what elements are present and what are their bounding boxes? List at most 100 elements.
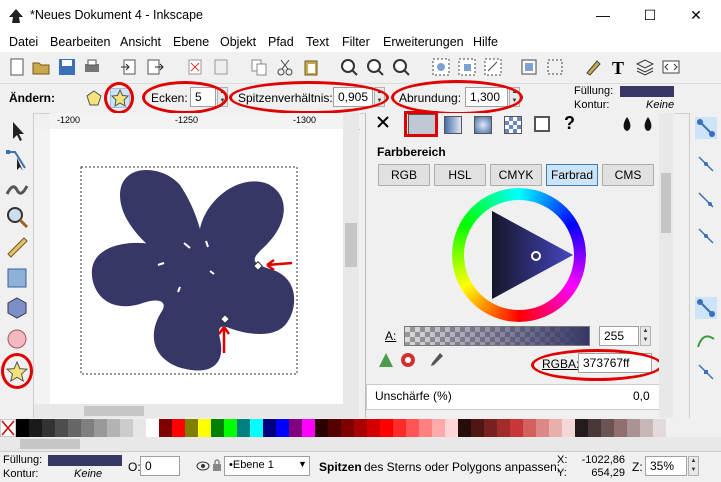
- lock-icon[interactable]: [212, 459, 222, 472]
- fill-rule-evenodd-icon[interactable]: [621, 116, 633, 132]
- snap-paths-icon[interactable]: [695, 329, 717, 351]
- radial-gradient-button[interactable]: [474, 116, 492, 134]
- palette-swatch[interactable]: [224, 419, 237, 437]
- 3d-box-tool-icon[interactable]: [5, 296, 29, 320]
- palette-swatch[interactable]: [198, 419, 211, 437]
- redo-icon[interactable]: [212, 58, 230, 76]
- palette-swatch[interactable]: [55, 419, 68, 437]
- snap-nodes-icon[interactable]: [695, 297, 717, 319]
- ellipse-tool-icon[interactable]: [5, 327, 29, 351]
- palette-swatch[interactable]: [393, 419, 406, 437]
- palette-swatch[interactable]: [354, 419, 367, 437]
- palette-swatch[interactable]: [419, 419, 432, 437]
- palette-scrollbar[interactable]: [0, 437, 721, 451]
- palette-swatch[interactable]: [536, 419, 549, 437]
- snap-edges-icon[interactable]: [695, 189, 717, 211]
- ungroup-icon[interactable]: [458, 58, 476, 76]
- layers-icon[interactable]: [636, 58, 654, 76]
- palette-swatch[interactable]: [16, 419, 29, 437]
- text-font-icon[interactable]: T: [610, 58, 628, 76]
- palette-swatch[interactable]: [367, 419, 380, 437]
- import-icon[interactable]: [120, 58, 138, 76]
- palette-swatch[interactable]: [341, 419, 354, 437]
- palette-swatch[interactable]: [133, 419, 146, 437]
- palette-swatch[interactable]: [250, 419, 263, 437]
- panel-scrollbar[interactable]: [659, 113, 673, 418]
- scroll-thumb[interactable]: [661, 173, 671, 233]
- minimize-button[interactable]: —: [580, 0, 626, 31]
- pattern-button[interactable]: [504, 116, 522, 134]
- zoom-page-icon[interactable]: [392, 58, 410, 76]
- mode-hsl-button[interactable]: HSL: [434, 164, 486, 186]
- palette-swatch[interactable]: [484, 419, 497, 437]
- color-managed-icon[interactable]: [378, 352, 394, 368]
- menu-filter[interactable]: Filter: [342, 35, 370, 49]
- palette-swatch[interactable]: [471, 419, 484, 437]
- rectangle-tool-icon[interactable]: [5, 266, 29, 290]
- opacity-input[interactable]: 0: [140, 456, 180, 476]
- palette-swatch[interactable]: [445, 419, 458, 437]
- palette-swatch[interactable]: [68, 419, 81, 437]
- zoom-stepper[interactable]: ▲ ▼: [688, 456, 699, 476]
- palette-swatch[interactable]: [510, 419, 523, 437]
- node-tool-icon[interactable]: [5, 148, 29, 172]
- palette-swatch[interactable]: [185, 419, 198, 437]
- palette-swatch[interactable]: [562, 419, 575, 437]
- drawing-canvas[interactable]: [50, 129, 343, 404]
- status-fill-swatch[interactable]: [48, 455, 122, 466]
- menu-ansicht[interactable]: Ansicht: [120, 35, 161, 49]
- visibility-icon[interactable]: [196, 460, 210, 472]
- menu-erweiterungen[interactable]: Erweiterungen: [383, 35, 464, 49]
- palette-swatch[interactable]: [94, 419, 107, 437]
- palette-swatch[interactable]: [601, 419, 614, 437]
- zoom-selection-icon[interactable]: [340, 58, 358, 76]
- scroll-thumb[interactable]: [20, 439, 80, 449]
- palette-swatch[interactable]: [380, 419, 393, 437]
- snap-corners-icon[interactable]: [695, 225, 717, 247]
- menu-objekt[interactable]: Objekt: [220, 35, 256, 49]
- fill-rule-nonzero-icon[interactable]: [642, 116, 654, 132]
- snap-cusp-icon[interactable]: [695, 361, 717, 383]
- snap-bbox-icon[interactable]: [695, 153, 717, 175]
- color-wheel[interactable]: [452, 188, 586, 322]
- palette-swatch[interactable]: [549, 419, 562, 437]
- group-icon[interactable]: [432, 58, 450, 76]
- palette-swatch[interactable]: [640, 419, 653, 437]
- palette-swatch[interactable]: [406, 419, 419, 437]
- palette-swatch[interactable]: [315, 419, 328, 437]
- linear-gradient-button[interactable]: [444, 116, 462, 134]
- zoom-drawing-icon[interactable]: [366, 58, 384, 76]
- palette-swatch[interactable]: [289, 419, 302, 437]
- paste-icon[interactable]: [302, 58, 320, 76]
- palette-swatch[interactable]: [211, 419, 224, 437]
- xml-icon[interactable]: [662, 58, 680, 76]
- menu-text[interactable]: Text: [306, 35, 329, 49]
- palette-swatch[interactable]: [29, 419, 42, 437]
- tweak-tool-icon[interactable]: [5, 176, 29, 200]
- palette-swatch[interactable]: [653, 419, 666, 437]
- xml-editor-icon[interactable]: [584, 58, 602, 76]
- palette-swatch[interactable]: [107, 419, 120, 437]
- palette-swatch[interactable]: [432, 419, 445, 437]
- export-icon[interactable]: [146, 58, 164, 76]
- fill-swatch[interactable]: [620, 86, 674, 97]
- eyedropper-icon[interactable]: [428, 351, 444, 369]
- align-icon[interactable]: [520, 58, 538, 76]
- duplicate-icon[interactable]: [250, 58, 268, 76]
- clone-icon[interactable]: [484, 58, 502, 76]
- mode-rgb-button[interactable]: RGB: [378, 164, 430, 186]
- scroll-thumb[interactable]: [345, 223, 357, 267]
- save-icon[interactable]: [58, 58, 76, 76]
- palette-swatch[interactable]: [276, 419, 289, 437]
- menu-ebene[interactable]: Ebene: [173, 35, 209, 49]
- selector-tool-icon[interactable]: [5, 119, 29, 143]
- menu-bearbeiten[interactable]: Bearbeiten: [50, 35, 110, 49]
- alpha-stepper[interactable]: ▲ ▼: [640, 326, 651, 346]
- no-paint-icon[interactable]: [376, 115, 390, 129]
- palette-swatch[interactable]: [159, 419, 172, 437]
- palette-swatch[interactable]: [302, 419, 315, 437]
- canvas-vertical-scrollbar[interactable]: [343, 113, 359, 404]
- zoom-tool-icon[interactable]: [5, 205, 29, 229]
- blur-value[interactable]: 0,0: [633, 389, 650, 403]
- palette-swatch[interactable]: [588, 419, 601, 437]
